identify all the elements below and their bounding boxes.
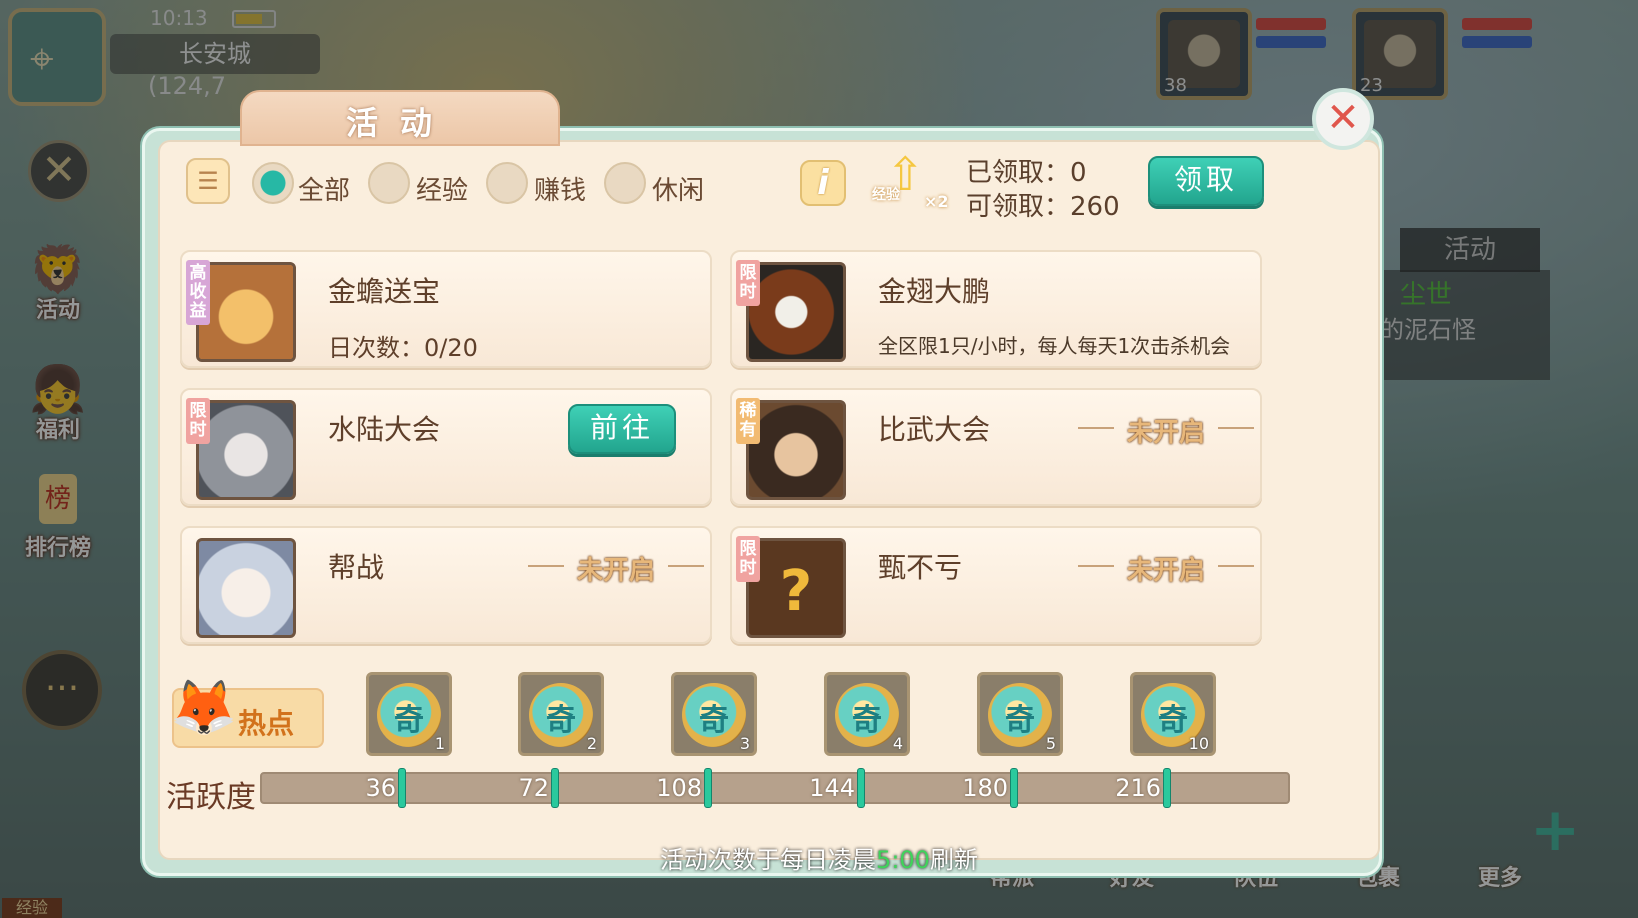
activity-description: 全区限1只/小时，每人每天1次击杀机会 [878, 334, 1231, 358]
activity-card[interactable]: 高收益 金蟾送宝 日次数：0/20 [180, 250, 712, 368]
golden-roc-icon [746, 262, 846, 362]
refresh-notice: 活动次数于每日凌晨5:00刷新 [660, 846, 978, 874]
reward-chest[interactable]: 3 [671, 672, 757, 756]
tag-badge: 限时 [736, 536, 760, 582]
go-button[interactable]: 前往 [568, 404, 676, 454]
activity-card[interactable]: 稀有 比武大会 未开启 [730, 388, 1262, 506]
activity-name: 甄不亏 [878, 551, 963, 584]
filter-leisure-radio[interactable] [604, 162, 646, 204]
coin-icon [682, 683, 746, 747]
not-open-label: 未开启 [1078, 412, 1254, 449]
claimed-count: 已领取：0 [966, 158, 1087, 188]
guild-war-icon [196, 538, 296, 638]
filter-exp-label[interactable]: 经验 [416, 170, 468, 207]
double-exp-badge: ⇧ 经验 ×2 [872, 147, 949, 211]
milestone-label: 108 [656, 774, 702, 802]
fox-mascot-icon: 🦊 [170, 676, 238, 739]
reward-chest[interactable]: 2 [518, 672, 604, 756]
water-land-icon [196, 400, 296, 500]
milestone-label: 144 [809, 774, 855, 802]
coin-icon [529, 683, 593, 747]
milestone-marker [551, 768, 559, 808]
milestone-label: 36 [365, 774, 396, 802]
activity-name: 金蟾送宝 [328, 275, 441, 308]
martial-contest-icon [746, 400, 846, 500]
not-open-label: 未开启 [1078, 550, 1254, 587]
dialog-title-tab: 活动 [240, 90, 560, 146]
milestone-label: 180 [962, 774, 1008, 802]
not-open-label: 未开启 [528, 550, 704, 587]
coin-icon [377, 683, 441, 747]
milestone-marker [1010, 768, 1018, 808]
hot-button[interactable]: 🦊 热点 [170, 676, 324, 748]
golden-toad-icon [196, 262, 296, 362]
coin-icon [835, 683, 899, 747]
claim-button[interactable]: 领取 [1148, 156, 1264, 206]
info-icon[interactable]: i [800, 160, 846, 206]
milestone-marker [1163, 768, 1171, 808]
tag-badge: 限时 [736, 260, 760, 306]
filter-exp-radio[interactable] [368, 162, 410, 204]
filter-money-radio[interactable] [486, 162, 528, 204]
tag-badge: 限时 [186, 398, 210, 444]
activity-card[interactable]: 限时 金翅大鹏 全区限1只/小时，每人每天1次击杀机会 [730, 250, 1262, 368]
milestone-label: 216 [1115, 774, 1161, 802]
tag-badge: 稀有 [736, 398, 760, 444]
dialog-title: 活动 [345, 104, 454, 142]
close-button[interactable]: ✕ [1312, 88, 1374, 150]
reward-chest[interactable]: 4 [824, 672, 910, 756]
filter-all-radio[interactable] [252, 162, 294, 204]
mystery-box-icon: ? [746, 538, 846, 638]
daily-count: 日次数：0/20 [328, 334, 478, 362]
claimable-count: 可领取：260 [966, 192, 1120, 222]
filter-leisure-label[interactable]: 休闲 [652, 170, 704, 207]
activity-name: 金翅大鹏 [878, 275, 991, 308]
activity-points-label: 活跃度 [166, 780, 256, 815]
tag-badge: 高收益 [186, 260, 210, 325]
activity-card[interactable]: 限时 水陆大会 前往 [180, 388, 712, 506]
reward-chest[interactable]: 5 [977, 672, 1063, 756]
coin-icon [988, 683, 1052, 747]
reward-chest[interactable]: 1 [366, 672, 452, 756]
activity-name: 帮战 [328, 551, 385, 584]
filter-money-label[interactable]: 赚钱 [534, 170, 586, 207]
activity-card[interactable]: 帮战 未开启 [180, 526, 712, 644]
milestone-marker [857, 768, 865, 808]
filter-settings-icon[interactable]: ☰ [186, 158, 230, 204]
reward-chest[interactable]: 10 [1130, 672, 1216, 756]
activity-name: 比武大会 [878, 413, 991, 446]
activity-name: 水陆大会 [328, 413, 441, 446]
milestone-marker [704, 768, 712, 808]
activity-card[interactable]: ? 限时 甄不亏 未开启 [730, 526, 1262, 644]
filter-all-label[interactable]: 全部 [298, 170, 350, 207]
milestone-label: 72 [518, 774, 549, 802]
milestone-marker [398, 768, 406, 808]
